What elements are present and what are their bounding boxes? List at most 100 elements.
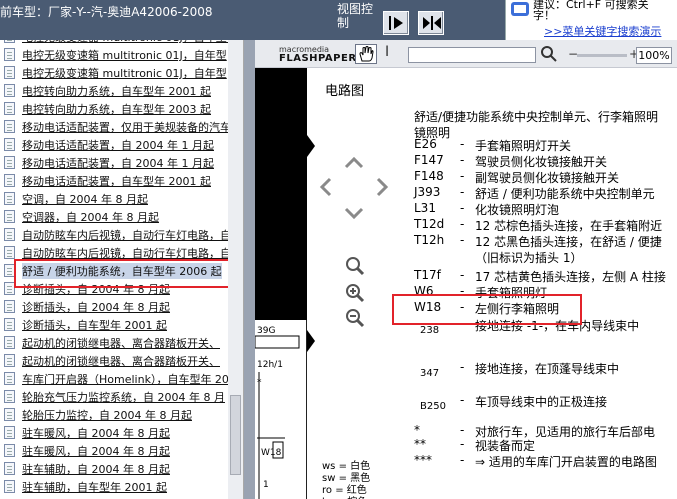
- list-item-label: 电控无级变速箱 multitronic 01J，自年型: [22, 67, 227, 80]
- zoom-level-field[interactable]: 100%: [636, 47, 672, 64]
- document-icon: [4, 336, 15, 349]
- list-item[interactable]: 电控转向助力系统，自车型年 2001 起: [0, 82, 228, 100]
- list-item-label: 电控无级变速器 multitronic 01J，自年型年 2: [22, 40, 228, 45]
- legend-description: ⇒ 适用的车库门开启装置的电路图: [475, 455, 657, 469]
- flashpaper-logo: FLASHPAPER: [279, 53, 357, 64]
- help-tip-text-2: 字！: [533, 9, 555, 22]
- hand-tool-button[interactable]: [355, 44, 377, 64]
- document-icon: [4, 462, 15, 475]
- list-item[interactable]: 电控无级变速箱 multitronic 01J，自年型: [0, 46, 228, 64]
- document-icon: [4, 102, 15, 115]
- list-item-label: 电控转向助力系统，自车型年 2003 起: [22, 103, 211, 116]
- prev-page-arrow-icon[interactable]: [307, 135, 315, 157]
- selection-highlight-box: [14, 259, 236, 288]
- document-icon: [4, 354, 15, 367]
- hand-icon: [359, 46, 374, 62]
- list-item[interactable]: 起动机的闭锁继电器、离合器踏板开关、: [0, 352, 228, 370]
- legend-header-line: 舒适/便捷功能系统中央控制单元、行李箱照明: [414, 110, 659, 124]
- legend-dash: -: [460, 217, 465, 231]
- legend-dash: -: [460, 153, 465, 167]
- list-item-label: 电控转向助力系统，自车型年 2001 起: [22, 85, 211, 98]
- legend-code: **: [414, 437, 426, 451]
- legend-code: F148: [414, 169, 444, 183]
- help-tip-box: 建议：Ctrl+F 可搜索关 字！ >>菜单关键字搜索演示: [505, 0, 677, 40]
- legend-code: F147: [414, 153, 444, 167]
- document-icon: [4, 66, 15, 79]
- zoom-slider[interactable]: [577, 54, 627, 57]
- list-item-label: 轮胎压力监控，自 2004 年 8 月起: [22, 409, 192, 422]
- list-item[interactable]: 自动防眩车内后视镜，自动行车灯电路，自: [0, 226, 228, 244]
- pointing-hand-icon: [511, 2, 529, 16]
- list-item[interactable]: 电控转向助力系统，自车型年 2003 起: [0, 100, 228, 118]
- document-icon: [4, 318, 15, 331]
- list-item[interactable]: 诊断插头，自车型年 2001 起: [0, 316, 228, 334]
- zoom-out-icon[interactable]: [344, 307, 366, 329]
- document-icon: [4, 48, 15, 61]
- top-bar: 前车型：厂家-Y--汽-奥迪A42006-2008 视图控制 建议：Ctrl+F…: [0, 0, 677, 40]
- legend-code: 347: [420, 368, 440, 379]
- zoom-in-icon[interactable]: [344, 282, 366, 304]
- legend-description: 副驾驶员侧化妆镜接触开关: [475, 171, 620, 185]
- list-item[interactable]: 驻车辅助，自 2004 年 8 月起: [0, 460, 228, 478]
- legend-description: 舒适 / 便利功能系统中央控制单元: [475, 187, 655, 201]
- list-item[interactable]: 轮胎压力监控，自 2004 年 8 月起: [0, 406, 228, 424]
- list-item-label: 轮胎充气压力监控系统，自 2004 年 8 月: [22, 391, 225, 404]
- list-item[interactable]: 驻车辅助，自车型年 2001 起: [0, 478, 228, 496]
- search-demo-link[interactable]: >>菜单关键字搜索演示: [544, 23, 661, 39]
- panel-divider[interactable]: [244, 40, 255, 499]
- search-input[interactable]: [408, 47, 536, 63]
- list-item[interactable]: 电控无级变速箱 multitronic 01J，自年型: [0, 64, 228, 82]
- list-item[interactable]: 空调，自 2004 年 8 月起: [0, 190, 228, 208]
- view-control-label: 视图控制: [337, 2, 374, 30]
- document-icon: [4, 300, 15, 313]
- list-item-label: 移动电话适配装置，仅用于美规装备的汽车: [22, 121, 228, 134]
- legend-code: 238: [420, 325, 440, 336]
- circuit-diagram-fragment: 39G 12h/1 * W18 1: [255, 320, 307, 499]
- page-nav-arrows[interactable]: [318, 155, 390, 221]
- list-item-label: 空调器，自 2004 年 8 月起: [22, 211, 159, 224]
- document-icon: [4, 228, 15, 241]
- list-item[interactable]: 轮胎充气压力监控系统，自 2004 年 8 月: [0, 388, 228, 406]
- document-icon: [4, 408, 15, 421]
- document-icon: [4, 156, 15, 169]
- list-item-label: 移动电话适配装置，自车型年 2001 起: [22, 175, 211, 188]
- split-view-button[interactable]: [418, 11, 444, 35]
- list-item[interactable]: 诊断插头，自 2004 年 8 月起: [0, 298, 228, 316]
- document-title: 电路图: [325, 84, 365, 99]
- list-scrollbar-thumb[interactable]: [230, 395, 241, 475]
- legend-dash: -: [460, 169, 465, 183]
- list-item[interactable]: 移动电话适配装置，自车型年 2001 起: [0, 172, 228, 190]
- document-list-panel: 电控无级变速器 multitronic 01J，自年型年 2 电控无级变速箱 mu…: [0, 40, 244, 499]
- list-scrollbar[interactable]: [228, 40, 243, 499]
- next-page-arrow-icon[interactable]: [307, 330, 315, 352]
- window-title: 前车型：厂家-Y--汽-奥迪A42006-2008: [0, 5, 213, 19]
- legend-code: B250: [420, 401, 446, 412]
- list-item[interactable]: 驻车暖风，自 2004 年 8 月起: [0, 442, 228, 460]
- next-page-button[interactable]: [383, 11, 409, 35]
- legend-description: （旧标识为插头 1）: [475, 251, 583, 265]
- list-item[interactable]: 驻车暖风，自 2004 年 8 月起: [0, 424, 228, 442]
- split-arrows-icon: [423, 16, 441, 30]
- document-icon: [4, 444, 15, 457]
- list-item-label: 起动机的闭锁继电器、离合器踏板开关、: [22, 355, 220, 368]
- document-icon: [4, 372, 15, 385]
- list-item[interactable]: 起动机的闭锁继电器、离合器踏板开关、: [0, 334, 228, 352]
- list-item[interactable]: 车库门开启器（Homelink），自车型年 20: [0, 370, 228, 388]
- list-item[interactable]: 空调器，自 2004 年 8 月起: [0, 208, 228, 226]
- list-item[interactable]: 移动电话适配装置，仅用于美规装备的汽车: [0, 118, 228, 136]
- search-icon[interactable]: [540, 45, 558, 63]
- document-icon: [4, 246, 15, 259]
- document-icon: [4, 40, 15, 43]
- legend-description: 化妆镜照明灯泡: [475, 203, 560, 217]
- list-item[interactable]: 移动电话适配装置，自 2004 年 1 月起: [0, 136, 228, 154]
- legend-dash: -: [460, 437, 465, 451]
- legend-dash: -: [460, 453, 465, 467]
- text-select-tool[interactable]: I: [385, 44, 395, 64]
- legend-description: 17 芯桔黄色插头连接，左侧 A 柱接: [475, 270, 666, 284]
- legend-description: 手套箱照明灯开关: [475, 139, 572, 153]
- list-item[interactable]: 移动电话适配装置，自 2004 年 1 月起: [0, 154, 228, 172]
- document-icon: [4, 174, 15, 187]
- zoom-fit-icon[interactable]: [344, 255, 366, 277]
- legend-description: 12 芯棕色插头连接，在手套箱附近: [475, 219, 663, 233]
- document-icon: [4, 210, 15, 223]
